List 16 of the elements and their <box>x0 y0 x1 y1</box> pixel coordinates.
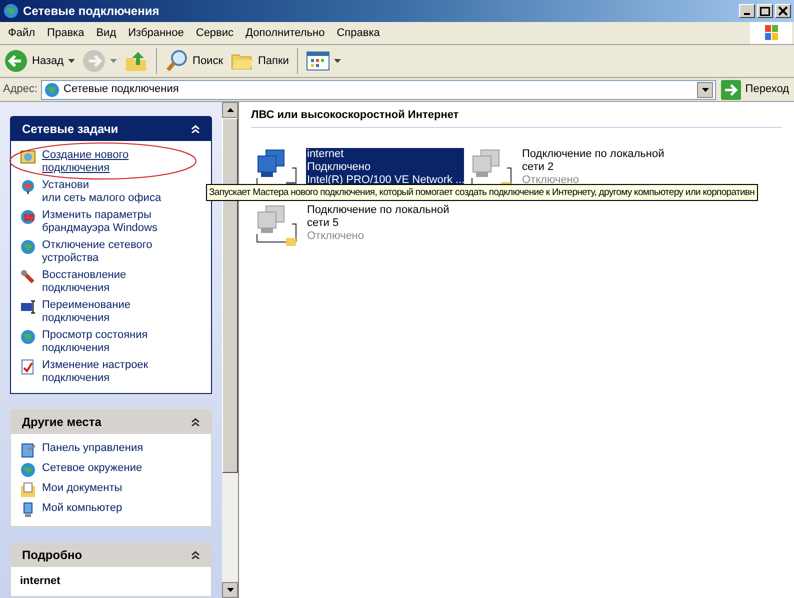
connection-name: Подключение по локальной <box>307 204 450 216</box>
panel-title: Подробно <box>22 546 82 564</box>
connection-status: Отключено <box>307 230 365 242</box>
connection-name: Подключение по локальной <box>522 148 664 160</box>
connection-name: сети 2 <box>522 160 555 174</box>
connection-status: Подключено <box>307 160 372 174</box>
connection-name: internet <box>307 148 345 160</box>
window-title: Сетевые подключения <box>23 3 160 20</box>
group-title: ЛВС или высокоскоростной Интернет <box>251 107 782 128</box>
address-label: Адрес: <box>3 82 38 98</box>
connection-name: сети 5 <box>307 216 340 230</box>
connection-device: Intel(R) PRO/100 VE Network ... <box>307 174 463 186</box>
panel-title: Сетевые задачи <box>22 120 118 138</box>
connection-status: Отключено <box>522 174 580 186</box>
tooltip: Запускает Мастера нового подключения, который помогает создать подключение к Интернету, другому компьютеру или корпоративн <box>206 184 758 201</box>
panel-title: Другие места <box>22 414 102 430</box>
